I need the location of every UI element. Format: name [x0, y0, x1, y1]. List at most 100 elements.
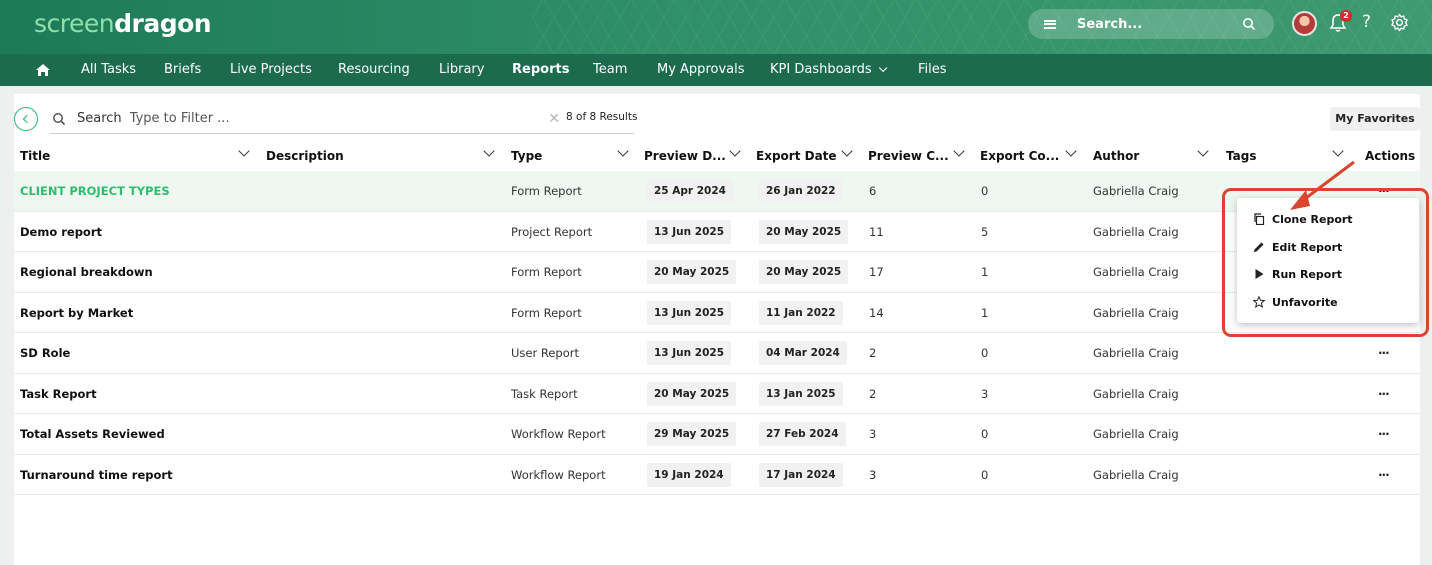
row-actions-button[interactable]: ... — [1378, 465, 1390, 479]
report-type: Project Report — [511, 224, 593, 239]
filter-input[interactable] — [129, 111, 530, 126]
report-title-link[interactable]: CLIENT PROJECT TYPES — [20, 184, 170, 198]
nav-team[interactable]: Team — [593, 62, 627, 77]
chevron-down-icon[interactable] — [1332, 145, 1344, 157]
export-date: 27 Feb 2024 — [759, 422, 846, 446]
column-header-title[interactable]: Title — [20, 149, 50, 163]
nav-library[interactable]: Library — [439, 62, 484, 77]
export-date: 04 Mar 2024 — [759, 341, 847, 365]
chevron-down-icon[interactable] — [729, 145, 741, 157]
column-header-tags[interactable]: Tags — [1226, 149, 1256, 163]
preview-count: 6 — [869, 184, 877, 198]
report-type: Form Report — [511, 305, 582, 320]
my-favorites-button[interactable]: My Favorites — [1330, 107, 1420, 131]
chevron-down-icon[interactable] — [483, 145, 495, 157]
table-row[interactable]: Report by Market Form Report 13 Jun 2025… — [14, 293, 1420, 333]
preview-count: 11 — [869, 224, 884, 239]
gear-icon[interactable] — [1390, 13, 1409, 32]
table-row[interactable]: Turnaround time report Workflow Report 1… — [14, 455, 1420, 495]
column-header-author[interactable]: Author — [1093, 149, 1139, 163]
main-nav: All Tasks Briefs Live Projects Resourcin… — [0, 54, 1432, 86]
report-title-link[interactable]: SD Role — [20, 346, 70, 360]
column-header-export-count[interactable]: Export Co... — [980, 149, 1059, 163]
report-author: Gabriella Craig — [1093, 305, 1179, 320]
nav-reports[interactable]: Reports — [512, 62, 569, 77]
export-date: 17 Jan 2024 — [759, 462, 843, 487]
nav-briefs[interactable]: Briefs — [164, 62, 201, 77]
report-type: Form Report — [511, 184, 582, 198]
filter-label: Search — [77, 111, 122, 126]
report-title-link[interactable]: Task Report — [20, 387, 97, 401]
user-avatar[interactable] — [1292, 11, 1317, 36]
preview-count: 3 — [869, 427, 877, 441]
preview-count: 14 — [869, 305, 884, 320]
chevron-down-icon[interactable] — [1065, 145, 1077, 157]
table-header: Title Description Type Preview D... Expo… — [14, 140, 1420, 172]
close-icon[interactable]: ✕ — [548, 111, 560, 127]
export-count: 3 — [981, 386, 989, 401]
export-count: 0 — [981, 467, 989, 482]
column-header-export-date[interactable]: Export Date — [756, 149, 837, 163]
report-author: Gabriella Craig — [1093, 224, 1179, 239]
global-search[interactable]: Search... — [1028, 9, 1274, 39]
preview-date: 29 May 2025 — [647, 422, 737, 446]
column-header-preview-date[interactable]: Preview D... — [644, 149, 726, 163]
report-title-link[interactable]: Demo report — [20, 225, 102, 239]
app-logo[interactable]: screendragon — [34, 9, 212, 38]
report-title-link[interactable]: Report by Market — [20, 306, 133, 320]
export-date: 26 Jan 2022 — [759, 179, 843, 203]
menu-icon[interactable] — [1044, 19, 1056, 29]
reports-panel: Search ✕ 8 of 8 Results My Favorites Tit… — [14, 94, 1420, 565]
nav-kpi-dashboards[interactable]: KPI Dashboards — [770, 62, 888, 77]
nav-resourcing[interactable]: Resourcing — [338, 62, 410, 77]
report-type: Form Report — [511, 265, 582, 279]
table-row[interactable]: Regional breakdown Form Report 20 May 20… — [14, 252, 1420, 293]
chevron-down-icon[interactable] — [953, 145, 965, 157]
results-count: 8 of 8 Results — [566, 111, 638, 123]
table-row[interactable]: Total Assets Reviewed Workflow Report 29… — [14, 414, 1420, 455]
preview-date: 25 Apr 2024 — [647, 179, 733, 203]
table-row[interactable]: Demo report Project Report 13 Jun 2025 2… — [14, 212, 1420, 252]
report-author: Gabriella Craig — [1093, 427, 1179, 441]
column-header-description[interactable]: Description — [266, 149, 344, 163]
chevron-down-icon[interactable] — [841, 145, 853, 157]
help-icon[interactable]: ? — [1362, 12, 1371, 32]
column-header-actions: Actions — [1365, 149, 1416, 163]
chevron-down-icon — [878, 63, 888, 73]
report-title-link[interactable]: Regional breakdown — [20, 265, 153, 279]
chevron-down-icon[interactable] — [1197, 145, 1209, 157]
top-header: screendragon Search... 2 ? — [0, 0, 1432, 54]
report-author: Gabriella Craig — [1093, 184, 1179, 198]
report-type: Workflow Report — [511, 427, 606, 441]
home-icon[interactable] — [35, 62, 51, 78]
column-header-preview-count[interactable]: Preview C... — [868, 149, 949, 163]
preview-date: 20 May 2025 — [647, 260, 737, 284]
preview-date: 13 Jun 2025 — [647, 341, 732, 365]
nav-my-approvals[interactable]: My Approvals — [657, 62, 745, 77]
notification-badge: 2 — [1340, 10, 1352, 22]
preview-count: 3 — [869, 467, 877, 482]
report-type: User Report — [511, 346, 579, 360]
row-actions-button[interactable]: ... — [1378, 384, 1390, 398]
back-button[interactable] — [14, 107, 38, 131]
column-header-type[interactable]: Type — [511, 149, 542, 163]
chevron-down-icon[interactable] — [238, 145, 250, 157]
chevron-down-icon[interactable] — [617, 145, 629, 157]
row-actions-button[interactable]: ... — [1378, 343, 1390, 357]
search-icon[interactable] — [1242, 17, 1256, 31]
report-author: Gabriella Craig — [1093, 386, 1179, 401]
table-row[interactable]: CLIENT PROJECT TYPES Form Report 25 Apr … — [14, 171, 1420, 212]
nav-files[interactable]: Files — [918, 62, 947, 77]
export-count: 0 — [981, 346, 989, 360]
report-title-link[interactable]: Total Assets Reviewed — [20, 427, 165, 441]
preview-count: 2 — [869, 386, 877, 401]
table-row[interactable]: SD Role User Report 13 Jun 2025 04 Mar 2… — [14, 333, 1420, 374]
global-search-placeholder[interactable]: Search... — [1077, 17, 1242, 32]
nav-live-projects[interactable]: Live Projects — [230, 62, 312, 77]
report-title-link[interactable]: Turnaround time report — [20, 468, 173, 482]
table-row[interactable]: Task Report Task Report 20 May 2025 13 J… — [14, 374, 1420, 414]
preview-date: 19 Jan 2024 — [647, 462, 731, 487]
nav-all-tasks[interactable]: All Tasks — [81, 62, 136, 77]
preview-count: 17 — [869, 265, 884, 279]
row-actions-button[interactable]: ... — [1378, 424, 1390, 438]
